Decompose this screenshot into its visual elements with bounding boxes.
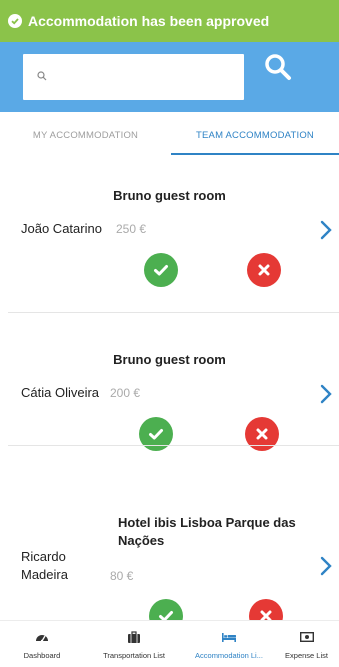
chevron-right-icon: [320, 220, 332, 240]
check-icon: [154, 265, 168, 276]
list-item: Bruno guest room Cátia Oliveira 200 €: [0, 314, 339, 451]
bed-icon: [221, 630, 237, 644]
details-arrow-button[interactable]: [319, 555, 333, 577]
nav-accommodation-list-label: Accommodation Li...: [195, 651, 263, 660]
nav-expense-list-label: Expense List: [285, 651, 328, 660]
dashboard-icon: [35, 630, 49, 644]
chevron-right-icon: [320, 384, 332, 404]
active-tab-indicator: [171, 153, 339, 155]
approval-toast: Accommodation has been approved: [0, 0, 339, 42]
toast-message: Accommodation has been approved: [28, 13, 270, 29]
nav-transportation-list[interactable]: Transportation List: [84, 621, 184, 667]
price: 80 €: [110, 569, 134, 583]
list-item: Bruno guest room João Catarino 250 €: [0, 158, 339, 314]
close-icon: [256, 428, 268, 440]
price: 250 €: [116, 222, 147, 236]
bottom-navigation: Dashboard Transportation List Accommodat…: [0, 620, 339, 667]
search-field-icon: [37, 68, 47, 86]
tab-team-accommodation-label: TEAM ACCOMMODATION: [196, 129, 314, 141]
tab-my-accommodation-label: MY ACCOMMODATION: [32, 129, 139, 141]
search-button[interactable]: [264, 53, 296, 85]
accommodation-title: Bruno guest room: [113, 188, 226, 203]
close-icon: [258, 264, 270, 276]
list-item: Hotel ibis Lisboa Parque das Nações Rica…: [0, 446, 339, 620]
approve-button[interactable]: [149, 599, 183, 620]
nav-expense-list[interactable]: Expense List: [274, 621, 339, 667]
check-circle-icon: [8, 14, 22, 28]
divider: [8, 312, 339, 313]
accommodation-title: Hotel ibis Lisboa Parque das Nações: [118, 515, 296, 548]
reject-button[interactable]: [247, 253, 281, 287]
chevron-right-icon: [320, 556, 332, 576]
check-icon: [149, 429, 163, 440]
person-name: Ricardo Madeira: [21, 549, 68, 582]
details-arrow-button[interactable]: [319, 219, 333, 241]
details-arrow-button[interactable]: [319, 383, 333, 405]
reject-button[interactable]: [249, 599, 283, 620]
approve-button[interactable]: [144, 253, 178, 287]
briefcase-icon: [127, 630, 141, 644]
accommodation-list: Bruno guest room João Catarino 250 € Bru…: [0, 158, 339, 620]
person-name: João Catarino: [21, 221, 102, 236]
search-icon: [265, 54, 291, 80]
search-input[interactable]: [53, 68, 237, 86]
nav-transportation-list-label: Transportation List: [103, 651, 165, 660]
person-name: Cátia Oliveira: [21, 385, 100, 400]
price: 200 €: [110, 386, 141, 400]
tab-my-accommodation[interactable]: MY ACCOMMODATION: [0, 112, 171, 158]
nav-accommodation-list[interactable]: Accommodation Li...: [184, 621, 274, 667]
close-icon: [260, 610, 272, 620]
search-field[interactable]: [23, 54, 244, 100]
tab-team-accommodation[interactable]: TEAM ACCOMMODATION: [171, 112, 339, 158]
accommodation-title: Bruno guest room: [113, 352, 226, 367]
accommodation-tabs: MY ACCOMMODATION TEAM ACCOMMODATION: [0, 112, 339, 158]
search-bar: [0, 42, 339, 112]
nav-dashboard[interactable]: Dashboard: [0, 621, 84, 667]
money-icon: [299, 630, 314, 644]
nav-dashboard-label: Dashboard: [23, 651, 61, 660]
check-icon: [159, 611, 173, 620]
